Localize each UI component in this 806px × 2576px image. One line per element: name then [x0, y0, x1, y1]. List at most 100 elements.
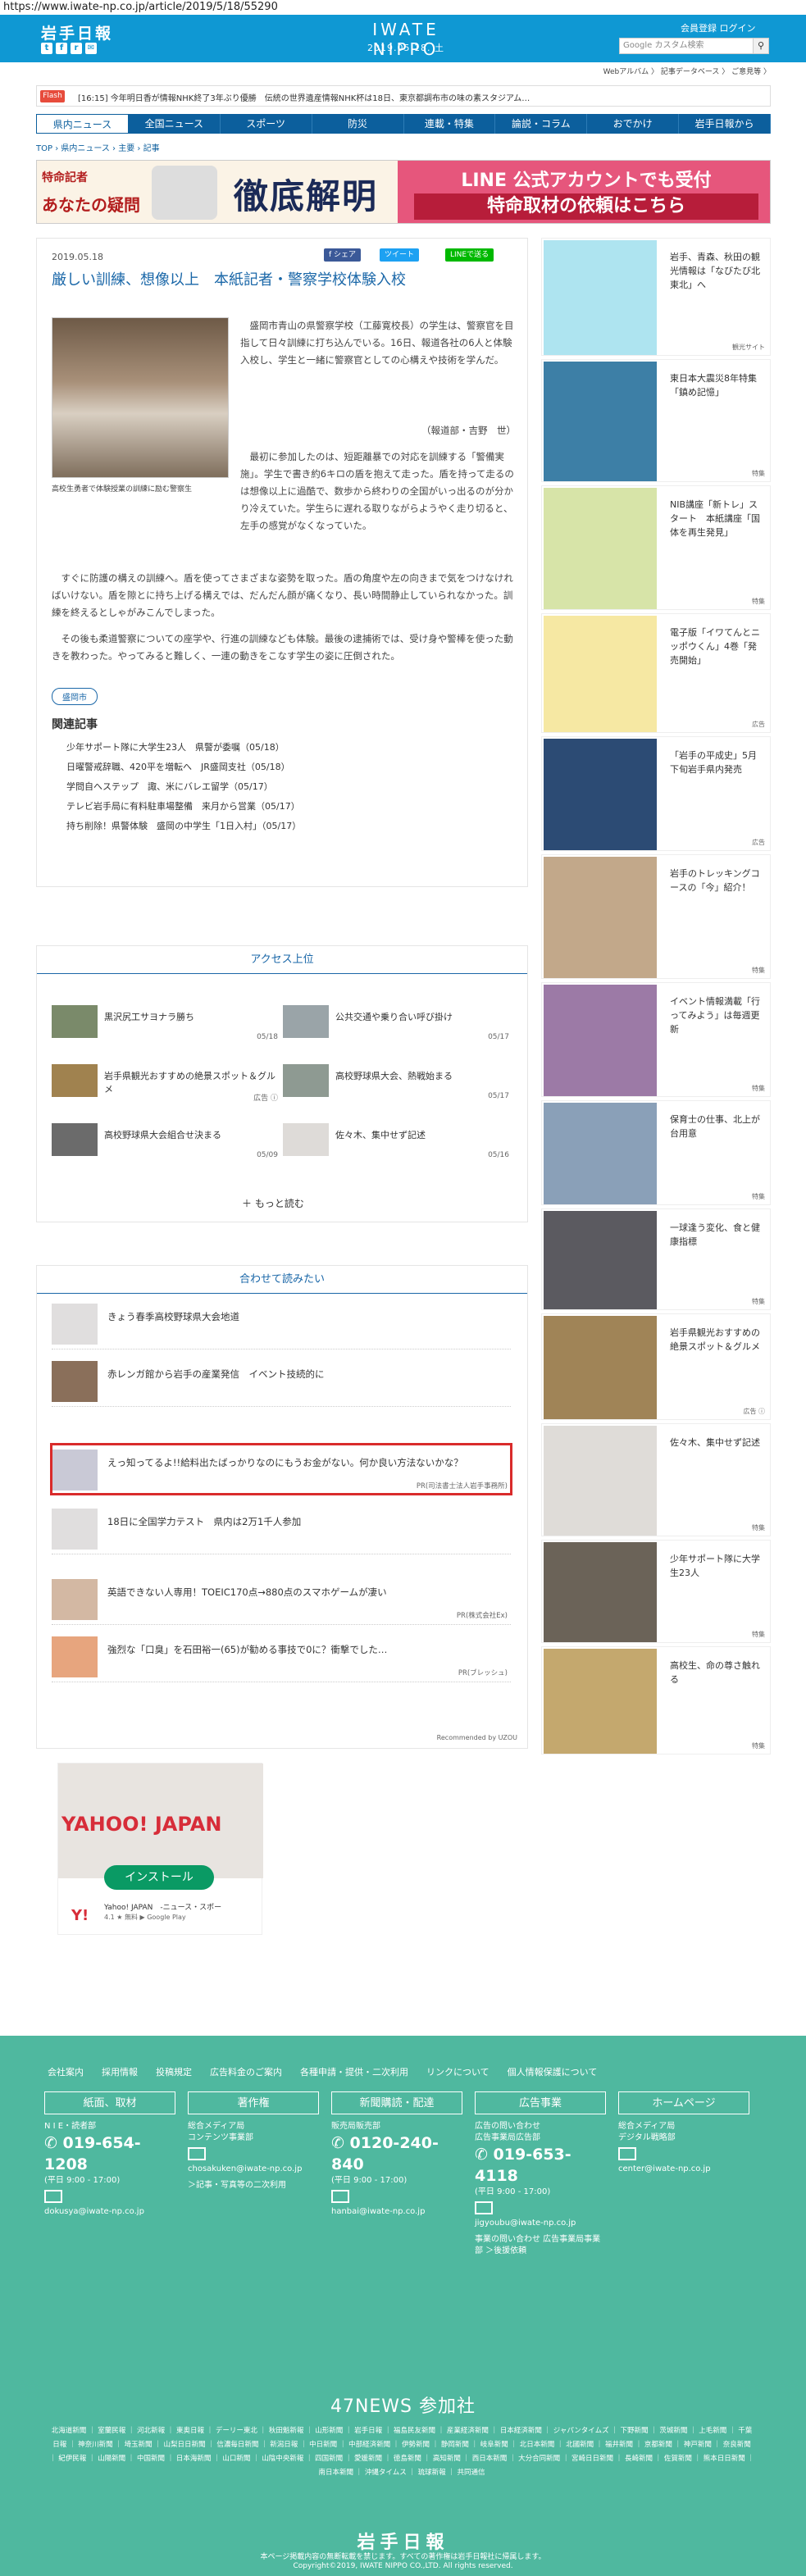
- footer-box-link[interactable]: ＞記事・写真等の二次利用: [188, 2180, 319, 2191]
- ranking-title[interactable]: 公共交通や乗り合い呼び掛け: [335, 1010, 508, 1023]
- sidebar-thumbnail[interactable]: [544, 857, 657, 978]
- sidebar-thumbnail[interactable]: [544, 1426, 657, 1536]
- sidebar-thumbnail[interactable]: [544, 1211, 657, 1309]
- sidebar-item[interactable]: NIB講座「新トレ」スタート 本紙講座「国体を再生発見」 特集: [541, 485, 771, 610]
- banner-left[interactable]: 特命記者 あなたの疑問 徹底解明: [37, 161, 398, 223]
- mail-address[interactable]: jigyoubu@iwate-np.co.jp: [475, 2218, 606, 2229]
- sidebar-title[interactable]: 佐々木、集中せず記述: [670, 1436, 765, 1450]
- line-share-button[interactable]: LINEで送る: [445, 248, 494, 262]
- nav-item[interactable]: スポーツ: [221, 114, 312, 134]
- sidebar-title[interactable]: イベント情報満載「行ってみよう」は毎週更新: [670, 994, 765, 1036]
- mail-icon[interactable]: [44, 2190, 62, 2203]
- sidebar-thumbnail[interactable]: [544, 616, 657, 732]
- recommend-title[interactable]: 赤レンガ館から岩手の産業発信 イベント技続的に: [107, 1368, 493, 1381]
- rss-icon[interactable]: r: [71, 43, 82, 54]
- nav-item[interactable]: おでかけ: [587, 114, 680, 134]
- sidebar-item[interactable]: 佐々木、集中せず記述 特集: [541, 1423, 771, 1536]
- mail-address[interactable]: dokusya@iwate-np.co.jp: [44, 2206, 175, 2218]
- read-more-button[interactable]: ＋ もっと読む: [242, 1196, 304, 1210]
- related-link[interactable]: 学問自へステップ 諏、米にバレエ留学（05/17）: [66, 780, 273, 793]
- nav-item[interactable]: 防災: [312, 114, 404, 134]
- sidebar-thumbnail[interactable]: [544, 1542, 657, 1642]
- install-button[interactable]: インストール: [104, 1865, 214, 1890]
- ranking-item[interactable]: 公共交通や乗り合い呼び掛け 05/17: [283, 1005, 514, 1046]
- flash-news[interactable]: Flash [16:15] 今年明日香が情報NHK終了3年ぶり優勝 伝統の世界遺…: [36, 85, 771, 107]
- recommend-item[interactable]: 強烈な「口臭」を石田裕一(65)が勧める事技で0に？衝撃でした… PR(ブレッシュ…: [52, 1632, 511, 1682]
- recommend-item[interactable]: きょう春季高校野球県大会地道: [52, 1299, 511, 1349]
- ranking-title[interactable]: 佐々木、集中せず記述: [335, 1128, 508, 1141]
- sidebar-title[interactable]: 高校生、命の尊さ触れる: [670, 1659, 765, 1686]
- sidebar-title[interactable]: 岩手県観光おすすめの絶景スポット＆グルメ: [670, 1326, 765, 1354]
- sub-links[interactable]: Webアルバム 〉 記事データベース 〉 ご意見等 〉: [574, 66, 771, 76]
- ranking-item[interactable]: 佐々木、集中せず記述 05/16: [283, 1123, 514, 1164]
- sidebar-item[interactable]: 東日本大震災8年特集「鎮め記憶」 特集: [541, 359, 771, 482]
- sidebar-title[interactable]: 保育士の仕事、北上が台用意: [670, 1113, 765, 1140]
- facebook-icon[interactable]: f: [56, 43, 67, 54]
- account-links[interactable]: 会員登録 ログイン: [681, 21, 756, 34]
- mail-icon[interactable]: ✉: [85, 43, 97, 54]
- mail-address[interactable]: center@iwate-np.co.jp: [618, 2164, 749, 2175]
- sidebar-thumbnail[interactable]: [544, 1316, 657, 1419]
- mail-address[interactable]: hanbai@iwate-np.co.jp: [331, 2206, 462, 2218]
- ranking-title[interactable]: 岩手県観光おすすめの絶景スポット＆グルメ: [104, 1069, 276, 1095]
- ranking-title[interactable]: 高校野球県大会組合せ決まる: [104, 1128, 276, 1141]
- mail-icon[interactable]: [618, 2147, 636, 2160]
- recommend-item[interactable]: 英語できない人専用！TOEIC170点→880点のスマホゲームが凄い PR(株式会…: [52, 1574, 511, 1625]
- facebook-share-button[interactable]: f シェア: [324, 248, 362, 262]
- sidebar-title[interactable]: 東日本大震災8年特集「鎮め記憶」: [670, 371, 765, 399]
- sidebar-thumbnail[interactable]: [544, 1649, 657, 1754]
- sidebar-thumbnail[interactable]: [544, 362, 657, 481]
- tweet-button[interactable]: ツイート: [380, 248, 420, 262]
- mail-icon[interactable]: [475, 2201, 493, 2214]
- app-ad[interactable]: YAHOO! JAPAN インストール Y! Yahoo! JAPAN -ニュー…: [57, 1763, 263, 1935]
- ranking-title[interactable]: 高校野球県大会、熱戦始まる: [335, 1069, 508, 1082]
- article-photo[interactable]: [52, 317, 229, 478]
- nav-item[interactable]: 連載・特集: [404, 114, 496, 134]
- sidebar-item[interactable]: 「岩手の平成史」5月下旬岩手県内発売 広告: [541, 736, 771, 851]
- ranking-title[interactable]: 黒沢尻工サヨナラ勝ち: [104, 1010, 276, 1023]
- recommend-title[interactable]: きょう春季高校野球県大会地道: [107, 1310, 493, 1323]
- phone-number[interactable]: ✆ 019-653-4118: [475, 2144, 606, 2187]
- sidebar-item[interactable]: 高校生、命の尊さ触れる 特集: [541, 1646, 771, 1755]
- phone-number[interactable]: ✆ 0120-240-840: [331, 2132, 462, 2175]
- sidebar-title[interactable]: 「岩手の平成史」5月下旬岩手県内発売: [670, 749, 765, 776]
- related-link[interactable]: 持ち削除！県警体験 盛岡の中学生「1日入村」（05/17）: [66, 819, 301, 832]
- sidebar-item[interactable]: イベント情報満載「行ってみよう」は毎週更新 特集: [541, 982, 771, 1097]
- footer-links[interactable]: 会社案内 採用情報 投稿規定 広告料金のご案内 各種申請・提供・二次利用 リンク…: [48, 2065, 597, 2078]
- mail-icon[interactable]: [331, 2190, 349, 2203]
- promo-banner[interactable]: 特命記者 あなたの疑問 徹底解明 LINE 公式アカウントでも受付 特命取材の依…: [36, 160, 771, 224]
- twitter-icon[interactable]: t: [41, 43, 52, 54]
- sidebar-item[interactable]: 岩手県観光おすすめの絶景スポット＆グルメ 広告 ⓘ: [541, 1313, 771, 1420]
- news47-papers[interactable]: 北海道新聞 ｜ 室蘭民報 ｜ 河北新報 ｜ 東奥日報 ｜ デーリー東北 ｜ 秋田…: [49, 2424, 754, 2480]
- ranking-item[interactable]: 岩手県観光おすすめの絶景スポット＆グルメ 広告 ⓘ: [52, 1064, 283, 1105]
- ranking-item[interactable]: 高校野球県大会組合せ決まる 05/09: [52, 1123, 283, 1164]
- recommend-credit[interactable]: Recommended by UZOU: [437, 1734, 517, 1741]
- sidebar-item[interactable]: 少年サポート隊に大学生23人 特集: [541, 1540, 771, 1643]
- sidebar-title[interactable]: 一球逢う変化、食と健康指標: [670, 1221, 765, 1249]
- sidebar-thumbnail[interactable]: [544, 1103, 657, 1204]
- sidebar-title[interactable]: NIB講座「新トレ」スタート 本紙講座「国体を再生発見」: [670, 498, 765, 539]
- sidebar-thumbnail[interactable]: [544, 985, 657, 1096]
- nav-item[interactable]: 論説・コラム: [495, 114, 588, 134]
- sidebar-thumbnail[interactable]: [544, 739, 657, 850]
- phone-number[interactable]: ✆ 019-654-1208: [44, 2132, 175, 2175]
- sidebar-item[interactable]: 岩手のトレッキングコースの「今」紹介！ 特集: [541, 854, 771, 979]
- nav-item[interactable]: 岩手日報から: [679, 114, 771, 134]
- sidebar-item[interactable]: 岩手、青森、秋田の観光情報は「なびたび北東北」へ 観光サイト: [541, 238, 771, 356]
- sidebar-item[interactable]: 電子版「イワてんとニッポウくん」4巻「発売開始」 広告: [541, 613, 771, 733]
- related-link[interactable]: 日曜警戒辞職、420平を増転へ JR盛岡支社（05/18）: [66, 760, 290, 773]
- sidebar-title[interactable]: 岩手のトレッキングコースの「今」紹介！: [670, 867, 765, 894]
- mail-address[interactable]: chosakuken@iwate-np.co.jp: [188, 2164, 319, 2175]
- recommend-item[interactable]: 赤レンガ館から岩手の産業発信 イベント技続的に: [52, 1356, 511, 1407]
- recommend-title[interactable]: 強烈な「口臭」を石田裕一(65)が勧める事技で0に？衝撃でした…: [107, 1643, 493, 1656]
- sidebar-item[interactable]: 一球逢う変化、食と健康指標 特集: [541, 1208, 771, 1310]
- sidebar-title[interactable]: 岩手、青森、秋田の観光情報は「なびたび北東北」へ: [670, 250, 765, 292]
- sidebar-item[interactable]: 保育士の仕事、北上が台用意 特集: [541, 1100, 771, 1205]
- search-input[interactable]: Google カスタム検索: [619, 38, 758, 54]
- sidebar-thumbnail[interactable]: [544, 240, 657, 355]
- nav-item[interactable]: 全国ニュース: [129, 114, 221, 134]
- recommend-item[interactable]: 18日に全国学力テスト 県内は2万1千人参加: [52, 1504, 511, 1554]
- sidebar-title[interactable]: 少年サポート隊に大学生23人: [670, 1552, 765, 1580]
- tag-link[interactable]: 盛岡市: [52, 688, 98, 705]
- recommend-title[interactable]: 18日に全国学力テスト 県内は2万1千人参加: [107, 1515, 493, 1528]
